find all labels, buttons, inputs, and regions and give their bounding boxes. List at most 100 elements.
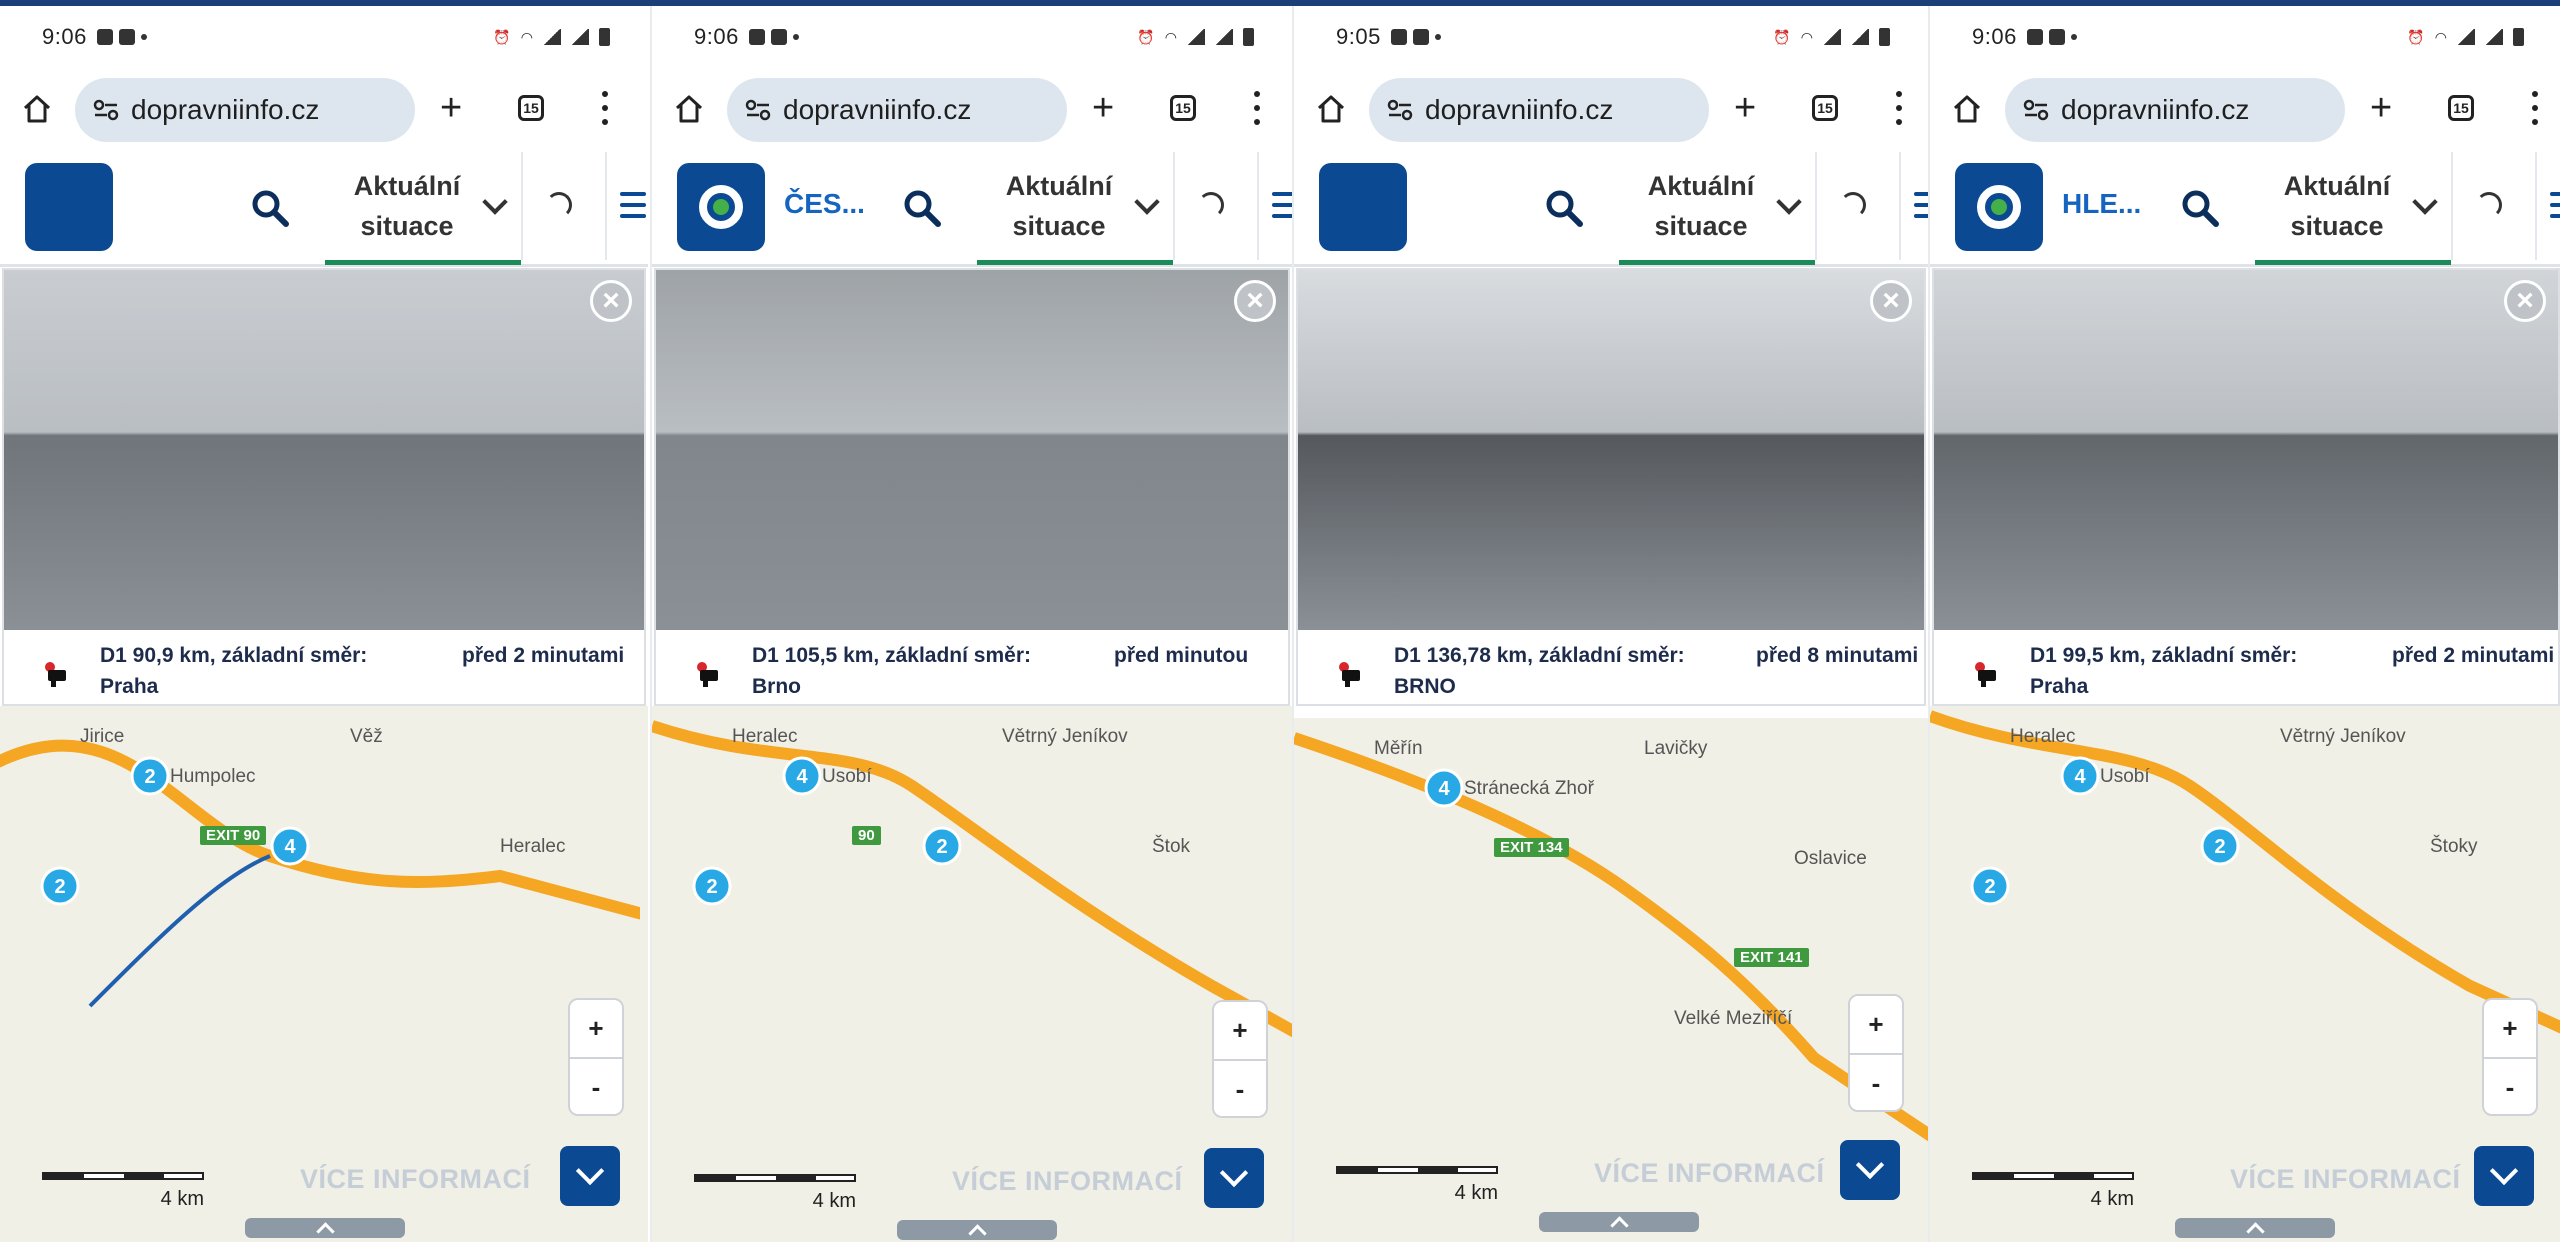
map-scale-bar: 4 km (28, 1172, 204, 1212)
more-info-expand-button[interactable] (560, 1146, 620, 1206)
traffic-camera-image[interactable] (4, 270, 644, 630)
site-settings-icon[interactable] (2023, 99, 2049, 121)
site-logo[interactable] (1319, 163, 1407, 251)
hamburger-menu-icon[interactable] (1914, 192, 1928, 218)
event-cluster-marker[interactable]: 2 (922, 826, 962, 866)
event-cluster-marker[interactable]: 2 (40, 866, 80, 906)
zoom-out-button[interactable]: - (570, 1059, 622, 1116)
zoom-in-button[interactable]: + (2484, 1000, 2536, 1059)
site-settings-icon[interactable] (93, 99, 119, 121)
more-info-label[interactable]: VÍCE INFORMACÍ (2230, 1164, 2461, 1195)
current-situation-tab[interactable]: Aktuální situace (325, 152, 521, 265)
zoom-in-button[interactable]: + (1850, 996, 1902, 1055)
home-icon[interactable] (1316, 94, 1346, 124)
hamburger-menu-icon[interactable] (2550, 192, 2560, 218)
more-info-label[interactable]: VÍCE INFORMACÍ (952, 1166, 1183, 1197)
event-cluster-marker[interactable]: 2 (692, 866, 732, 906)
search-icon[interactable] (902, 188, 942, 228)
map-canvas[interactable]: 4 2 2 (1930, 706, 2560, 1242)
search-icon[interactable] (1544, 188, 1584, 228)
chevron-down-icon (1134, 189, 1160, 215)
browser-menu-button[interactable] (602, 91, 608, 125)
site-settings-icon[interactable] (1387, 99, 1413, 121)
traffic-camera-image[interactable] (1298, 270, 1924, 630)
more-info-expand-button[interactable] (2474, 1146, 2534, 1206)
current-situation-tab[interactable]: Aktuální situace (1619, 152, 1815, 265)
site-logo[interactable] (25, 163, 113, 251)
event-cluster-marker[interactable]: 2 (2200, 826, 2240, 866)
signal-icon-2 (571, 29, 589, 45)
event-cluster-marker[interactable]: 2 (130, 756, 170, 796)
event-cluster-marker[interactable]: 4 (2060, 756, 2100, 796)
phone-screenshot-panel: 9:06 ⏰ ◠ dopravniinfo.cz + 15 ČES... Akt… (650, 6, 1292, 1242)
svg-text:2: 2 (706, 876, 717, 898)
tab-switcher-button[interactable]: 15 (518, 95, 544, 121)
bottom-sheet-handle[interactable] (1539, 1212, 1699, 1235)
loading-spinner-icon (1840, 192, 1866, 218)
close-popup-button[interactable]: × (1234, 280, 1276, 322)
bottom-sheet-handle[interactable] (245, 1218, 405, 1241)
zoom-in-button[interactable]: + (570, 1000, 622, 1059)
event-cluster-marker[interactable]: 4 (270, 826, 310, 866)
scale-label: 4 km (2090, 1188, 2134, 1210)
address-bar[interactable]: dopravniinfo.cz (75, 78, 415, 142)
site-logo[interactable] (677, 163, 765, 251)
zoom-out-button[interactable]: - (1850, 1055, 1902, 1112)
traffic-camera-image[interactable] (656, 270, 1288, 630)
traffic-map[interactable]: 4 2 2 + - 4 km VÍCE INFORMACÍ Heralec Usobí… (652, 706, 1292, 1242)
zoom-out-button[interactable]: - (1214, 1061, 1266, 1118)
current-situation-tab[interactable]: Aktuální situace (977, 152, 1173, 265)
bottom-sheet-handle[interactable] (897, 1220, 1057, 1242)
close-popup-button[interactable]: × (2504, 280, 2546, 322)
browser-menu-button[interactable] (2532, 91, 2538, 125)
address-bar[interactable]: dopravniinfo.cz (1369, 78, 1709, 142)
site-logo[interactable] (1955, 163, 2043, 251)
signal-icon (1823, 29, 1841, 45)
hamburger-menu-icon[interactable] (620, 192, 646, 218)
more-info-expand-button[interactable] (1840, 1140, 1900, 1200)
event-cluster-marker[interactable]: 4 (782, 756, 822, 796)
more-info-label[interactable]: VÍCE INFORMACÍ (300, 1164, 531, 1195)
browser-menu-button[interactable] (1896, 91, 1902, 125)
new-tab-button[interactable]: + (2370, 88, 2392, 128)
search-icon[interactable] (2180, 188, 2220, 228)
zoom-in-button[interactable]: + (1214, 1002, 1266, 1061)
map-canvas[interactable]: 4 2 2 (652, 706, 1292, 1242)
home-icon[interactable] (674, 94, 704, 124)
home-icon[interactable] (22, 94, 52, 124)
new-tab-button[interactable]: + (1092, 88, 1114, 128)
chevron-down-icon (1776, 189, 1802, 215)
battery-icon (599, 28, 610, 46)
tab-switcher-button[interactable]: 15 (1170, 95, 1196, 121)
signal-icon (543, 29, 561, 45)
traffic-map[interactable]: 2 4 2 + - 4 km VÍCE INFORMACÍ Jirice Humpol… (0, 706, 648, 1242)
tab-switcher-button[interactable]: 15 (1812, 95, 1838, 121)
new-tab-button[interactable]: + (1734, 88, 1756, 128)
status-time: 9:06 (1972, 24, 2017, 49)
browser-menu-button[interactable] (1254, 91, 1260, 125)
bottom-sheet-handle[interactable] (2175, 1218, 2335, 1241)
chevron-down-icon (2412, 189, 2438, 215)
search-icon[interactable] (250, 188, 290, 228)
close-popup-button[interactable]: × (1870, 280, 1912, 322)
zoom-out-button[interactable]: - (2484, 1059, 2536, 1116)
tab-switcher-button[interactable]: 15 (2448, 95, 2474, 121)
more-info-label[interactable]: VÍCE INFORMACÍ (1594, 1158, 1825, 1189)
map-canvas[interactable]: 2 4 2 (0, 706, 648, 1242)
new-tab-button[interactable]: + (440, 88, 462, 128)
event-cluster-marker[interactable]: 2 (1970, 866, 2010, 906)
home-icon[interactable] (1952, 94, 1982, 124)
notification-icons (2026, 29, 2077, 45)
hamburger-menu-icon[interactable] (1272, 192, 1292, 218)
event-cluster-marker[interactable]: 4 (1424, 768, 1464, 808)
site-settings-icon[interactable] (745, 99, 771, 121)
traffic-map[interactable]: 4 + - 4 km VÍCE INFORMACÍ Měřín Stránecká… (1294, 718, 1928, 1242)
current-situation-tab[interactable]: Aktuální situace (2255, 152, 2451, 265)
traffic-camera-image[interactable] (1934, 270, 2558, 630)
close-popup-button[interactable]: × (590, 280, 632, 322)
more-info-expand-button[interactable] (1204, 1148, 1264, 1208)
address-bar[interactable]: dopravniinfo.cz (2005, 78, 2345, 142)
traffic-map[interactable]: 4 2 2 + - 4 km VÍCE INFORMACÍ Heralec Usobí… (1930, 706, 2560, 1242)
address-bar[interactable]: dopravniinfo.cz (727, 78, 1067, 142)
map-place-label: Usobí (822, 766, 872, 787)
